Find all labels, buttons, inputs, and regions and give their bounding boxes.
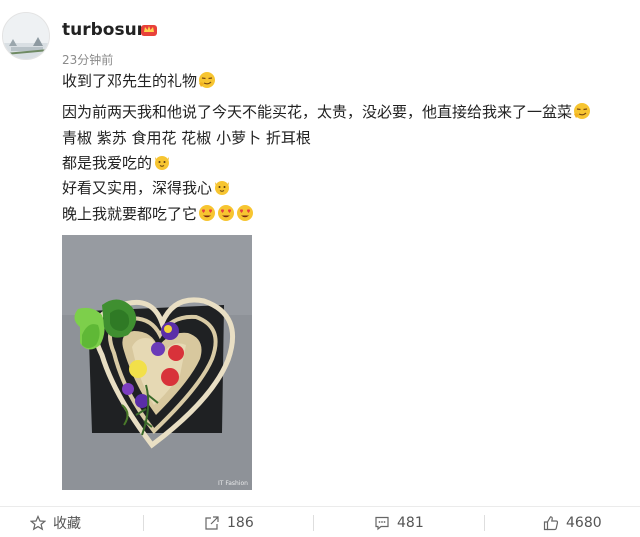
divider: [143, 515, 144, 531]
cat-face-emoji-icon: [155, 156, 170, 170]
post-text: 晚上我就要都吃了它: [62, 205, 198, 223]
post-text-line-2: 因为前两天我和他说了今天不能买花，太贵，没必要，他直接给我来了一盆菜: [62, 101, 591, 123]
post-text: 因为前两天我和他说了今天不能买花，太贵，没必要，他直接给我来了一盆菜: [62, 103, 573, 121]
star-icon: [30, 514, 46, 530]
post-text-line-3: 青椒 紫苏 食用花 花椒 小萝卜 折耳根: [62, 127, 311, 149]
weibo-post-card: turbosun 23分钟前 收到了邓先生的礼物 因为前两天我和他说了今天不能买…: [0, 0, 640, 537]
share-icon: [205, 515, 219, 530]
post-text-line-4: 都是我爱吃的: [62, 152, 171, 174]
comment-button[interactable]: 481: [374, 507, 424, 537]
cat-face-emoji-icon: [215, 181, 230, 195]
crown-badge-icon: [141, 25, 157, 36]
like-count: 4680: [566, 514, 602, 531]
smirk-emoji-icon: [199, 72, 216, 88]
post-text: 青椒 紫苏 食用花 花椒 小萝卜 折耳根: [62, 129, 311, 147]
divider: [313, 515, 314, 531]
like-button[interactable]: 4680: [543, 507, 602, 537]
divider: [484, 515, 485, 531]
post-text-line-1: 收到了邓先生的礼物: [62, 70, 216, 92]
post-text: 都是我爱吃的: [62, 154, 153, 172]
avatar[interactable]: [2, 12, 50, 60]
post-photo[interactable]: IT Fashion: [62, 235, 252, 490]
favorite-label: 收藏: [53, 515, 81, 532]
heart-eyes-emoji-icon: [199, 205, 216, 221]
post-timestamp: 23分钟前: [62, 53, 114, 67]
photo-watermark: IT Fashion: [218, 480, 248, 487]
thumbs-up-icon: [543, 515, 559, 530]
post-text-line-6: 晚上我就要都吃了它: [62, 203, 254, 225]
username[interactable]: turbosun: [62, 20, 149, 40]
action-bar: 收藏 186 481 4680: [0, 506, 640, 537]
favorite-button[interactable]: 收藏: [30, 507, 81, 537]
heart-eyes-emoji-icon: [218, 205, 235, 221]
comment-count: 481: [397, 514, 424, 531]
share-button[interactable]: 186: [204, 507, 254, 537]
post-text-line-5: 好看又实用，深得我心: [62, 177, 231, 199]
share-count: 186: [227, 514, 254, 531]
post-text: 好看又实用，深得我心: [62, 179, 213, 197]
heart-eyes-emoji-icon: [237, 205, 254, 221]
smirk-emoji-icon: [574, 103, 591, 119]
post-text: 收到了邓先生的礼物: [62, 72, 198, 90]
comment-icon: [375, 516, 389, 530]
